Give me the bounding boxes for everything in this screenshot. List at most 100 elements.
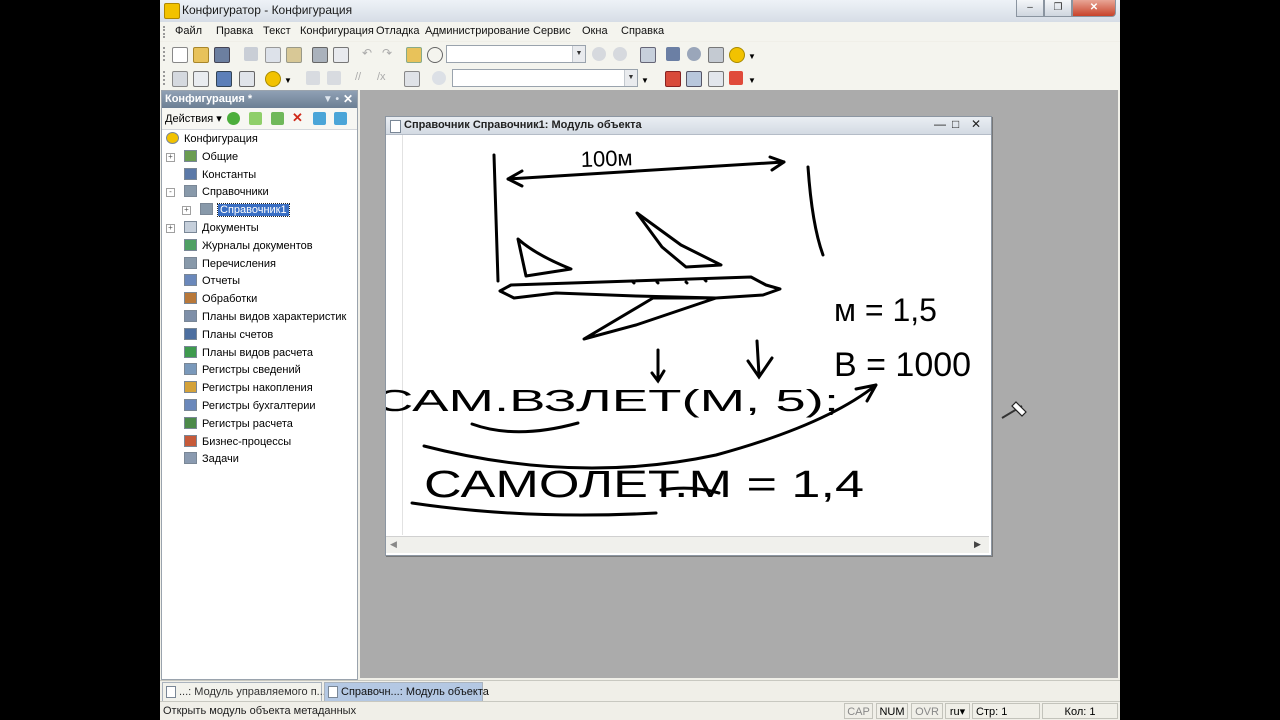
syntax-helper-icon[interactable] <box>666 47 680 61</box>
copy-item-icon[interactable] <box>271 112 284 125</box>
edit-icon[interactable] <box>249 112 262 125</box>
tree-item[interactable]: Регистры накопления <box>184 380 313 397</box>
step-icon[interactable] <box>708 71 724 87</box>
find-prev-icon[interactable] <box>613 47 627 61</box>
menu-grip[interactable] <box>163 26 168 38</box>
search-icon[interactable] <box>427 47 443 63</box>
breakpoint-icon[interactable] <box>665 71 681 87</box>
form-icon[interactable] <box>239 71 255 87</box>
language-selector[interactable]: ru▾ <box>945 703 970 719</box>
toolbar2-more-icon[interactable]: ▼ <box>748 71 756 85</box>
help-book-icon[interactable] <box>708 47 724 63</box>
pin-icon[interactable]: ▼ • <box>323 91 339 108</box>
combo-more-icon[interactable]: ▼ <box>641 71 649 85</box>
tree-item[interactable]: - Справочники <box>166 184 269 201</box>
cut-icon[interactable] <box>244 47 258 61</box>
comment-icon[interactable]: // <box>355 71 369 85</box>
chevron-down-icon[interactable]: ▼ <box>572 46 585 62</box>
tree-item[interactable]: Планы видов расчета <box>184 345 313 362</box>
print-icon[interactable] <box>312 47 328 63</box>
expand-icon[interactable]: + <box>166 152 175 162</box>
tree-item[interactable]: Регистры сведений <box>184 362 301 379</box>
tab-managed-module[interactable]: ...: Модуль управляемого п... <box>162 682 326 702</box>
open-icon[interactable] <box>193 47 209 63</box>
info-icon[interactable] <box>729 47 745 63</box>
delete-breakpoints-icon[interactable] <box>729 71 743 85</box>
minimize-button[interactable]: – <box>1016 0 1044 17</box>
copy-icon[interactable] <box>265 47 281 63</box>
tree-item[interactable]: Журналы документов <box>184 238 313 255</box>
child-close-button[interactable]: ✕ <box>971 117 981 131</box>
menu-edit[interactable]: Правка <box>216 25 253 37</box>
toolbar-grip[interactable] <box>163 47 168 61</box>
uncomment-icon[interactable]: /x <box>377 71 391 85</box>
help-search-icon[interactable] <box>687 47 701 61</box>
restore-button[interactable]: ❐ <box>1044 0 1072 17</box>
chevron-down-icon-2[interactable]: ▼ <box>624 70 637 86</box>
paste-icon[interactable] <box>286 47 302 63</box>
tree-item[interactable]: Планы видов характеристик <box>184 309 346 326</box>
collapse-icon[interactable]: - <box>166 188 175 198</box>
find-in-files-icon[interactable] <box>406 47 422 63</box>
menu-help[interactable]: Справка <box>621 25 664 37</box>
config-properties-icon[interactable] <box>193 71 209 87</box>
child-maximize-button[interactable]: □ <box>952 117 959 131</box>
scroll-left-icon[interactable]: ◀ <box>390 539 397 550</box>
delete-icon[interactable]: ✕ <box>292 111 305 125</box>
chart-of-accounts-icon <box>184 327 197 340</box>
tree-item[interactable]: Перечисления <box>184 256 276 273</box>
breakpoint-list-icon[interactable] <box>686 71 702 87</box>
panel-close-icon[interactable]: ✕ <box>343 91 353 108</box>
close-button[interactable]: ✕ <box>1072 0 1116 17</box>
search-combo[interactable]: ▼ <box>446 45 586 63</box>
find-next-icon[interactable] <box>592 47 606 61</box>
menu-service[interactable]: Сервис <box>533 25 571 37</box>
menu-windows[interactable]: Окна <box>582 25 608 37</box>
menu-configuration[interactable]: Конфигурация <box>300 25 374 37</box>
tree-item[interactable]: + Общие <box>166 149 238 166</box>
toolbar-more-icon[interactable]: ▼ <box>748 47 756 61</box>
tree-item[interactable]: Регистры расчета <box>184 416 293 433</box>
module2-icon[interactable] <box>327 71 341 85</box>
undo-icon[interactable]: ↶ <box>362 47 376 61</box>
procedures-icon[interactable] <box>432 71 446 85</box>
run-debug-icon[interactable] <box>265 71 281 87</box>
tree-item[interactable]: + Справочник1 <box>182 202 290 219</box>
tree-item[interactable]: + Документы <box>166 220 259 237</box>
windows-icon[interactable] <box>640 47 656 63</box>
config-tree-icon[interactable] <box>172 71 188 87</box>
tree-item[interactable]: Обработки <box>184 291 257 308</box>
add-icon[interactable] <box>227 112 240 125</box>
toolbar-grip-2[interactable] <box>163 71 168 85</box>
procedure-combo[interactable]: ▼ <box>452 69 638 87</box>
preview-icon[interactable] <box>333 47 349 63</box>
tree-item[interactable]: Планы счетов <box>184 327 273 344</box>
expand-icon[interactable]: + <box>166 224 175 233</box>
menu-text[interactable]: Текст <box>263 25 291 37</box>
tree-item[interactable]: Константы <box>184 167 256 184</box>
actions-menu[interactable]: Действия ▾ <box>165 112 222 125</box>
tree-item[interactable]: Бизнес-процессы <box>184 434 291 451</box>
update-db-icon[interactable] <box>216 71 232 87</box>
goto-icon[interactable] <box>404 71 420 87</box>
save-icon[interactable] <box>214 47 230 63</box>
move-down-icon[interactable] <box>334 112 347 125</box>
tree-item[interactable]: Конфигурация <box>166 131 258 148</box>
scroll-right-icon[interactable]: ▶ <box>974 539 981 550</box>
expand-icon[interactable]: + <box>182 206 191 216</box>
move-up-icon[interactable] <box>313 112 326 125</box>
run-dropdown-icon[interactable]: ▼ <box>284 71 292 85</box>
horizontal-scrollbar[interactable]: ◀ ▶ <box>386 536 989 553</box>
menu-debug[interactable]: Отладка <box>376 25 419 37</box>
tab-object-module[interactable]: Справочн...: Модуль объекта <box>324 682 489 702</box>
menu-administration[interactable]: Администрирование <box>425 25 530 37</box>
child-minimize-button[interactable]: — <box>934 117 946 131</box>
tree-item[interactable]: Регистры бухгалтерии <box>184 398 316 415</box>
tree-item[interactable]: Отчеты <box>184 273 240 290</box>
new-icon[interactable] <box>172 47 188 63</box>
redo-icon[interactable]: ↷ <box>382 47 396 61</box>
code-editor[interactable]: 100м м = 1,5 В = 1000 САМ.ВЗЛЕТ(М, 5); С… <box>386 135 989 535</box>
menu-file[interactable]: Файл <box>175 25 202 37</box>
tree-item[interactable]: Задачи <box>184 451 239 468</box>
module-icon[interactable] <box>306 71 320 85</box>
